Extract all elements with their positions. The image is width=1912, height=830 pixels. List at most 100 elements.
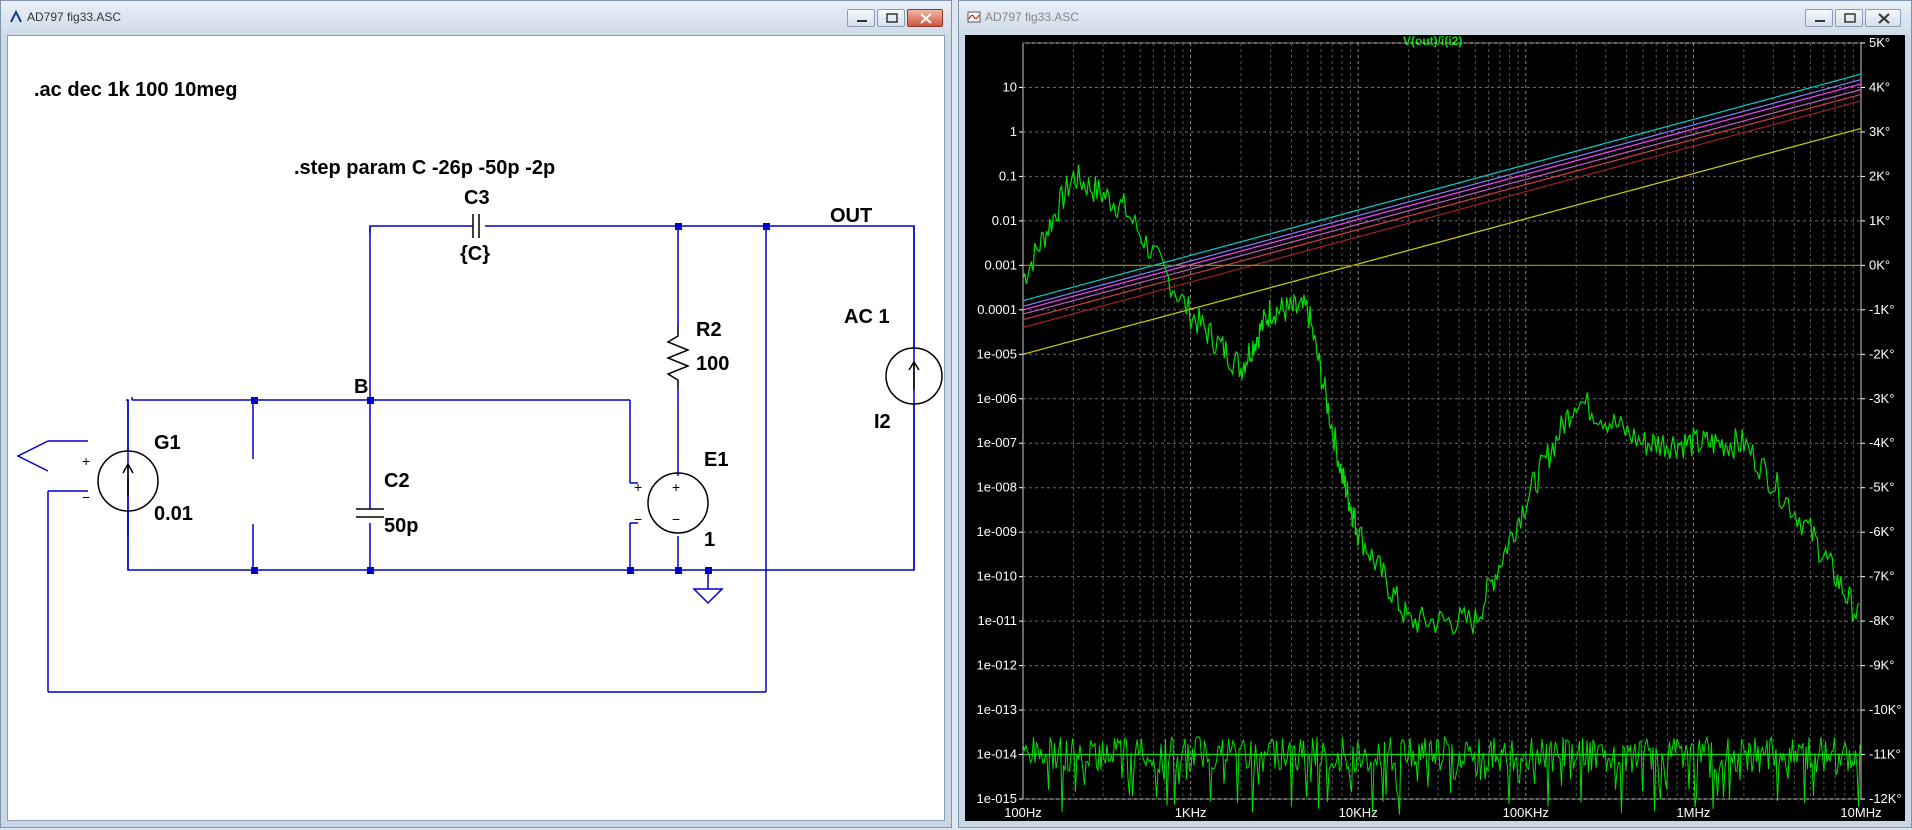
- maximize-button[interactable]: [877, 9, 905, 27]
- net-out-label[interactable]: OUT: [830, 205, 872, 227]
- y-tick-right: 4K°: [1869, 79, 1890, 94]
- trace-series-1: [1022, 79, 1862, 307]
- c2-symbol[interactable]: [356, 508, 384, 518]
- junctions: [251, 223, 770, 574]
- e1-label: E1: [704, 449, 728, 471]
- r2-symbol[interactable]: [665, 326, 691, 388]
- x-tick: 1KHz: [1175, 805, 1207, 820]
- plot-frame: [1022, 42, 1862, 800]
- trace-series-5: [1022, 100, 1862, 329]
- ltspice-icon: [10, 10, 22, 23]
- r2-label: R2: [696, 319, 722, 341]
- i2-value: AC 1: [844, 306, 890, 328]
- y-tick-right: -10K°: [1869, 702, 1902, 717]
- wires: [47, 225, 915, 693]
- x-axis-ticks: 100Hz 1KHz 10KHz 100KHz 1MHz 10MHz: [1004, 805, 1881, 820]
- y-tick-left: 1e-014: [977, 747, 1017, 762]
- window-title: AD797 fig33.ASC: [985, 10, 1080, 24]
- i2-label: I2: [874, 411, 891, 433]
- waveform-titlebar[interactable]: AD797 fig33.ASC: [959, 1, 1911, 35]
- y-tick-right: 3K°: [1869, 124, 1890, 139]
- y-tick-left: 1e-006: [977, 391, 1017, 406]
- y-tick-right: -3K°: [1869, 391, 1894, 406]
- window-title: AD797 fig33.ASC: [27, 10, 122, 24]
- schematic-canvas[interactable]: .ac dec 1k 100 10meg .step param C -26p …: [7, 35, 945, 821]
- e1-in-minus: −: [634, 511, 642, 527]
- y-tick-left: 1e-009: [977, 524, 1017, 539]
- y-tick-left: 1e-012: [977, 658, 1017, 673]
- net-b-label[interactable]: B: [354, 376, 368, 398]
- ground-symbol: [692, 588, 724, 605]
- y-tick-right: -5K°: [1869, 480, 1894, 495]
- port-arrow: [16, 440, 49, 472]
- y-tick-right: -11K°: [1869, 747, 1901, 762]
- waveform-icon: [967, 11, 981, 23]
- y-tick-right: -6K°: [1869, 524, 1894, 539]
- close-button[interactable]: [1865, 9, 1901, 27]
- x-tick: 1MHz: [1676, 805, 1710, 820]
- y-tick-left: 1e-013: [977, 702, 1017, 717]
- c3-label: C3: [464, 187, 490, 209]
- step-directive[interactable]: .step param C -26p -50p -2p: [294, 157, 555, 179]
- y-tick-left: 1e-011: [977, 613, 1017, 628]
- plot-pane[interactable]: V(out)/i(i2) 10 1 0.1 0.01 0.001 0.0001 1e-005…: [965, 34, 1905, 821]
- traces: [1022, 73, 1862, 815]
- y-axis-right-ticks: 5K° 4K° 3K° 2K° 1K° 0K° -1K° -2K° -3K° -4K° -5K° -6…: [1861, 35, 1902, 806]
- y-tick-left: 1e-007: [977, 435, 1017, 450]
- trace-series-2: [1022, 83, 1862, 311]
- trace-series-4: [1022, 93, 1862, 321]
- x-tick: 10MHz: [1840, 805, 1881, 820]
- close-button[interactable]: [907, 9, 943, 27]
- y-tick-right: -7K°: [1869, 569, 1894, 584]
- y-tick-right: 2K°: [1869, 168, 1890, 183]
- c2-value: 50p: [384, 515, 418, 537]
- y-tick-left: 1e-015: [977, 791, 1017, 806]
- y-tick-left: 1e-005: [977, 346, 1017, 361]
- y-tick-right: -8K°: [1869, 613, 1894, 628]
- y-tick-right: -1K°: [1869, 302, 1894, 317]
- trace-series-0: [1022, 73, 1862, 302]
- e1-in-plus: +: [634, 479, 642, 495]
- maximize-button[interactable]: [1835, 9, 1863, 27]
- y-tick-right: 5K°: [1869, 35, 1890, 50]
- y-tick-left: 1: [1010, 124, 1017, 139]
- y-tick-right: -2K°: [1869, 346, 1894, 361]
- g1-minus: −: [82, 489, 90, 505]
- trace-label[interactable]: V(out)/i(i2): [1403, 34, 1462, 48]
- y-tick-left: 1e-008: [977, 480, 1017, 495]
- y-tick-right: -12K°: [1869, 791, 1902, 806]
- schematic-drawing: .ac dec 1k 100 10meg .step param C -26p …: [16, 79, 943, 693]
- y-tick-right: -4K°: [1869, 435, 1894, 450]
- minimize-button[interactable]: [1805, 9, 1833, 27]
- y-tick-left: 0.01: [992, 213, 1017, 228]
- e1-value: 1: [704, 529, 715, 551]
- c3-value: {C}: [460, 243, 490, 265]
- grid: [1022, 42, 1862, 800]
- y-tick-left: 0.001: [984, 257, 1017, 272]
- schematic-window: AD797 fig33.ASC .ac dec 1k 100 10meg .st…: [0, 0, 952, 828]
- g1-label: G1: [154, 432, 181, 454]
- minimize-button[interactable]: [847, 9, 875, 27]
- r2-value: 100: [696, 353, 729, 375]
- plot-svg: V(out)/i(i2) 10 1 0.1 0.01 0.001 0.0001 1e-005…: [977, 34, 1902, 820]
- y-tick-left: 1e-010: [977, 569, 1017, 584]
- noise-floor-trace: [1022, 735, 1861, 815]
- waveform-window: AD797 fig33.ASC V(out)/i(i2) 10 1 0.1 0.01 0…: [958, 0, 1912, 828]
- y-tick-left: 0.1: [999, 168, 1017, 183]
- schematic-titlebar[interactable]: AD797 fig33.ASC: [1, 1, 951, 35]
- c3-symbol[interactable]: [472, 214, 480, 238]
- trace-series-6: [1022, 127, 1862, 355]
- x-tick: 100KHz: [1503, 805, 1549, 820]
- ac-directive[interactable]: .ac dec 1k 100 10meg: [34, 79, 237, 101]
- g1-plus: +: [82, 453, 90, 469]
- y-tick-right: 1K°: [1869, 213, 1890, 228]
- y-tick-right: -9K°: [1869, 658, 1894, 673]
- y-tick-left: 10: [1003, 79, 1017, 94]
- y-tick-left: 0.0001: [977, 302, 1017, 317]
- y-tick-right: 0K°: [1869, 257, 1890, 272]
- y-axis-left-ticks: 10 1 0.1 0.01 0.001 0.0001 1e-005 1e-006 1e-007 1…: [977, 79, 1023, 806]
- e1-minus: −: [672, 511, 680, 527]
- trace-series-3: [1022, 88, 1862, 315]
- g1-value: 0.01: [154, 503, 193, 525]
- e1-plus: +: [672, 479, 680, 495]
